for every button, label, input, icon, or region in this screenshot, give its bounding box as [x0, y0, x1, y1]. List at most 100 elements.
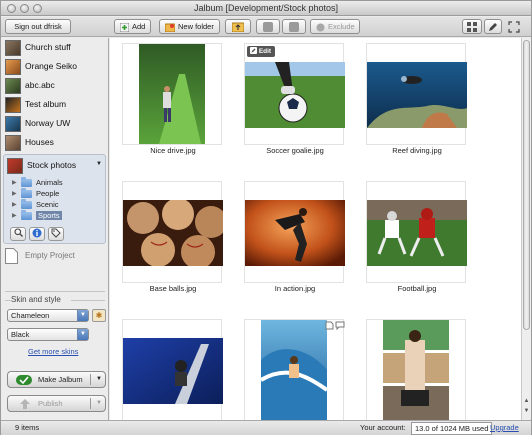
- close-window-button[interactable]: [7, 4, 16, 13]
- disclosure-triangle-icon[interactable]: ▶: [12, 190, 17, 197]
- edit-label: Edit: [258, 48, 272, 55]
- thumbnail-caption: Soccer goalie.jpg: [266, 146, 324, 155]
- thumbnail-photo-8[interactable]: [234, 316, 356, 420]
- info-icon: [32, 228, 42, 238]
- folder-icon: [21, 177, 32, 187]
- add-label: Add: [132, 22, 146, 31]
- thumbnail-base-balls[interactable]: Base balls.jpg: [112, 178, 234, 308]
- rotate-left-button[interactable]: [256, 19, 280, 34]
- thumbnail-football[interactable]: Football.jpg: [356, 178, 478, 308]
- search-icon: [13, 228, 23, 237]
- thumbnail-caption: Reef diving.jpg: [392, 146, 442, 155]
- new-folder-button[interactable]: New folder: [159, 19, 220, 34]
- empty-project-label: Empty Project: [25, 251, 75, 260]
- chevron-down-icon: ▼: [77, 329, 88, 340]
- sidebar-item-stock-photos[interactable]: Stock photos ▼: [7, 157, 104, 175]
- album-label: Church stuff: [25, 42, 71, 52]
- publish-button[interactable]: Publish ▼: [7, 395, 106, 412]
- add-button[interactable]: Add: [114, 19, 152, 34]
- pencil-icon: [250, 47, 257, 54]
- scroll-down-icon[interactable]: ▼: [522, 408, 531, 417]
- grid-view-button[interactable]: [462, 19, 482, 34]
- search-button[interactable]: [10, 227, 26, 241]
- sidebar-item-church-stuff[interactable]: Church stuff: [3, 39, 107, 57]
- folder-up-icon: [231, 22, 245, 33]
- make-jalbum-button[interactable]: Make Jalbum ▼: [7, 371, 106, 388]
- sidebar-item-abc-abc[interactable]: abc.abc: [3, 77, 107, 95]
- album-label: Orange Seiko: [25, 61, 77, 71]
- thumbnail-card: [366, 43, 467, 145]
- skin-settings-button[interactable]: ✱: [92, 309, 106, 322]
- album-thumbnail: [5, 116, 21, 132]
- divider: [90, 374, 91, 385]
- thumbnail-nice-drive[interactable]: Nice drive.jpg: [112, 40, 234, 170]
- album-thumbnail: [7, 158, 23, 174]
- disclosure-triangle-icon[interactable]: ▶: [12, 201, 17, 208]
- football-photo: [367, 200, 467, 266]
- album-thumbnail: [5, 97, 21, 113]
- style-select[interactable]: Black ▼: [7, 328, 89, 341]
- get-more-skins-link[interactable]: Get more skins: [28, 347, 78, 356]
- tree-label: Animals: [36, 178, 63, 187]
- up-folder-button[interactable]: [225, 19, 251, 34]
- album-label: abc.abc: [25, 80, 55, 90]
- sidebar-item-norway-uw[interactable]: Norway UW: [3, 115, 107, 133]
- item-badges: [325, 321, 345, 330]
- sign-out-button[interactable]: Sign out dfrisk: [5, 19, 71, 34]
- album-thumbnail: [5, 40, 21, 56]
- tree-label: Scenic: [36, 200, 59, 209]
- thumbnail-photo-9[interactable]: [356, 316, 478, 420]
- scrollbar-thumb[interactable]: [523, 40, 530, 330]
- sport-photo: [123, 338, 223, 404]
- thumbnail-grid: Nice drive.jpg Edit Soccer goalie.jpg Re…: [110, 38, 521, 420]
- thumbnail-card: Edit: [244, 43, 345, 145]
- tag-button[interactable]: [48, 227, 64, 241]
- exclude-label: Exclude: [328, 22, 355, 31]
- star-icon: ✱: [95, 311, 103, 320]
- thumbnail-card: [366, 181, 467, 283]
- thumbnail-card: [122, 43, 222, 145]
- sidebar-item-orange-seiko[interactable]: Orange Seiko: [3, 58, 107, 76]
- thumbnail-in-action[interactable]: In action.jpg: [234, 178, 356, 308]
- disclosure-triangle-icon[interactable]: ▶: [12, 179, 17, 186]
- action-photo: [245, 200, 345, 266]
- edit-badge[interactable]: Edit: [247, 46, 276, 57]
- skin-and-style-heading: Skin and style: [11, 295, 61, 304]
- chevron-down-icon[interactable]: ▼: [96, 396, 102, 411]
- edit-mode-button[interactable]: [484, 19, 502, 34]
- sidebar-item-test-album[interactable]: Test album: [3, 96, 107, 114]
- album-label: Norway UW: [25, 118, 71, 128]
- thumbnail-photo-7[interactable]: [112, 316, 234, 420]
- upload-icon: [20, 399, 30, 409]
- diving-photo: [367, 62, 467, 128]
- vertical-scrollbar[interactable]: ▲ ▼: [521, 38, 531, 420]
- thumbnail-card: [244, 181, 345, 283]
- minimize-window-button[interactable]: [20, 4, 29, 13]
- divider: [5, 291, 105, 292]
- skin-select[interactable]: Chameleon ▼: [7, 309, 89, 322]
- sidebar-item-empty-project[interactable]: Empty Project: [5, 248, 105, 266]
- thumbnail-soccer-goalie[interactable]: Edit Soccer goalie.jpg: [234, 40, 356, 170]
- album-label: Test album: [25, 99, 67, 109]
- thumbnail-caption: In action.jpg: [274, 284, 316, 293]
- fullscreen-button[interactable]: [508, 21, 522, 33]
- info-button[interactable]: [29, 227, 45, 241]
- disclosure-triangle-icon[interactable]: ▶: [12, 212, 17, 219]
- item-count: 9 items: [15, 423, 40, 432]
- thumbnail-caption: Nice drive.jpg: [150, 146, 196, 155]
- thumbnail-reef-diving[interactable]: Reef diving.jpg: [356, 40, 478, 170]
- thumbnail-caption: Football.jpg: [397, 284, 437, 293]
- pencil-icon: [489, 23, 497, 32]
- zoom-window-button[interactable]: [33, 4, 42, 13]
- exclude-button[interactable]: Exclude: [310, 19, 360, 34]
- upgrade-link[interactable]: Upgrade: [490, 421, 519, 435]
- soccer-photo: [245, 62, 345, 128]
- surfing-photo: [261, 320, 327, 420]
- tree-label: Sports: [36, 211, 62, 220]
- sidebar-item-houses[interactable]: Houses: [3, 134, 107, 152]
- chevron-down-icon[interactable]: ▼: [96, 161, 102, 167]
- divider: [71, 300, 105, 301]
- rotate-right-button[interactable]: [282, 19, 306, 34]
- chevron-down-icon[interactable]: ▼: [96, 372, 102, 387]
- scroll-up-icon[interactable]: ▲: [522, 398, 531, 407]
